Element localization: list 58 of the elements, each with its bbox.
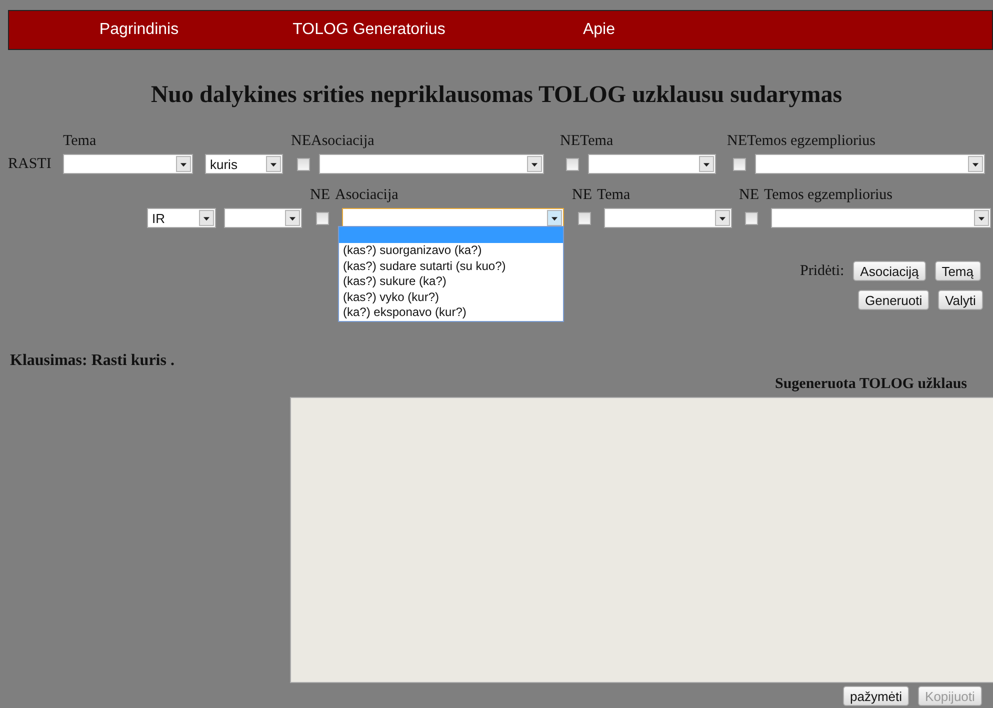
dropdown-option[interactable]: (kas?) vyko (kur?) <box>339 290 563 305</box>
prefix-label: RASTI <box>8 155 52 174</box>
dropdown-option[interactable]: (kas?) sukure (ka?) <box>339 274 563 290</box>
field-label: Temos egzempliorius <box>764 187 893 204</box>
output-label: Sugeneruota TOLOG užklaus <box>774 376 968 393</box>
field-label: Tema <box>597 187 630 204</box>
caret-icon <box>266 156 281 172</box>
dropdown-field[interactable] <box>604 208 732 228</box>
query-output-field[interactable] <box>290 397 993 683</box>
caret-icon <box>715 210 730 226</box>
dropdown-field[interactable]: IR <box>147 208 216 228</box>
field-label: Temos egzempliorius <box>747 133 876 150</box>
checkbox[interactable] <box>745 212 758 224</box>
page-heading: Nuo dalykines srities nepriklausomas TOLOG uzklausu sudarymas <box>150 81 844 110</box>
checkbox[interactable] <box>733 158 746 170</box>
add-button[interactable]: Temą <box>934 261 980 281</box>
add-button[interactable]: Asociaciją <box>853 261 926 281</box>
field-label: Asociacija <box>335 187 398 204</box>
caret-icon <box>699 156 714 172</box>
dropdown-field[interactable] <box>771 208 991 228</box>
negation-label: NE <box>310 187 330 204</box>
negation-label: NE <box>727 133 747 150</box>
dropdown-field[interactable] <box>224 208 302 228</box>
caret-icon <box>547 210 562 226</box>
question-text: Klausimas: Rasti kuris . <box>9 352 176 370</box>
field-label: Tema <box>580 133 614 150</box>
negation-label: NE <box>739 187 759 204</box>
checkbox[interactable] <box>316 212 329 224</box>
checkbox[interactable] <box>297 158 310 170</box>
field-label: Tema <box>63 133 96 150</box>
field-label: Asociacija <box>311 133 374 150</box>
caret-icon <box>199 210 214 226</box>
caret-icon <box>968 156 983 172</box>
nav-link[interactable]: Pagrindinis <box>24 21 254 39</box>
nav-link[interactable]: TOLOG Generatorius <box>254 21 484 39</box>
caret-icon <box>974 210 989 226</box>
action-button[interactable]: Generuoti <box>858 290 930 310</box>
add-label: Pridėti: <box>800 262 844 280</box>
negation-label: NE <box>560 133 580 150</box>
dropdown-field[interactable]: kuris <box>205 154 283 174</box>
dropdown-field[interactable] <box>63 154 193 174</box>
dropdown-field[interactable] <box>755 154 985 174</box>
dropdown-field[interactable] <box>342 208 564 228</box>
dropdown-option[interactable]: (kas?) sudare sutarti (su kuo?) <box>339 258 563 274</box>
caret-icon <box>527 156 542 172</box>
output-button[interactable]: pažymėti <box>843 686 910 706</box>
negation-label: NE <box>291 133 311 150</box>
dropdown-field[interactable] <box>588 154 716 174</box>
checkbox[interactable] <box>566 158 579 170</box>
action-button[interactable]: Valyti <box>938 290 983 310</box>
caret-icon <box>176 156 191 172</box>
negation-label: NE <box>572 187 592 204</box>
caret-icon <box>285 210 300 226</box>
dropdown-option[interactable]: (ka?) eksponavo (kur?) <box>339 305 563 320</box>
checkbox[interactable] <box>578 212 591 224</box>
dropdown-option[interactable]: (kas?) suorganizavo (ka?) <box>339 243 563 258</box>
nav-link[interactable]: Apie <box>484 21 714 39</box>
dropdown-field[interactable] <box>319 154 544 174</box>
